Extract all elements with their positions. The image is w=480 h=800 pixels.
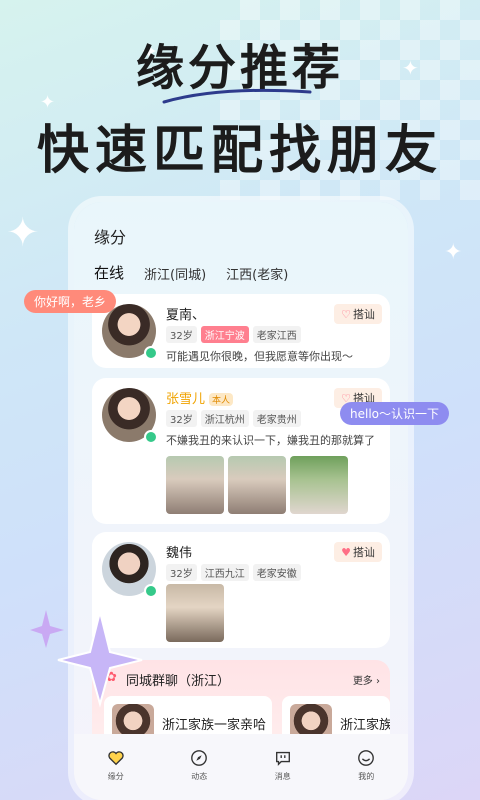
heart-icon xyxy=(108,750,124,765)
tab-local[interactable]: 浙江(同城) xyxy=(144,264,206,283)
message-icon xyxy=(275,751,290,766)
hello-bubble: hello～认识一下 xyxy=(340,402,449,425)
hometown-tag: 老家江西 xyxy=(252,326,301,343)
age-tag: 32岁 xyxy=(166,326,197,343)
greet-button[interactable]: ♥ 搭讪 xyxy=(334,542,382,562)
compass-icon xyxy=(191,749,208,766)
hometown-tag: 老家安徽 xyxy=(252,564,301,581)
tab-bar: 在线 浙江(同城) 江西(老家) xyxy=(94,262,288,283)
bottom-nav: 缘分 动态 消息 我的 xyxy=(74,734,408,800)
online-indicator xyxy=(144,430,158,444)
more-link[interactable]: 更多 › xyxy=(353,672,380,687)
nav-label: 动态 xyxy=(191,771,208,781)
user-tags: 32岁 浙江杭州 老家贵州 xyxy=(166,410,301,427)
page-title: 缘分 xyxy=(94,228,127,247)
nav-label: 我的 xyxy=(358,771,375,781)
tab-online[interactable]: 在线 xyxy=(94,262,124,283)
online-indicator xyxy=(144,584,158,598)
location-tag: 浙江杭州 xyxy=(200,410,249,427)
greet-label: 搭讪 xyxy=(352,546,375,559)
sparkle-icon: ✦ xyxy=(444,240,463,265)
user-bio: 不嫌我丑的来认识一下，嫌我丑的那就算了 xyxy=(166,434,375,447)
user-photo[interactable] xyxy=(290,456,348,514)
user-photo[interactable] xyxy=(166,584,224,642)
group-name: 浙江家族 xyxy=(340,718,390,733)
user-name: 夏南、 xyxy=(166,308,206,323)
user-name-text: 张雪儿 xyxy=(166,392,206,407)
user-tags: 32岁 浙江宁波 老家江西 xyxy=(166,326,301,343)
online-indicator xyxy=(144,346,158,360)
greet-label: 搭讪 xyxy=(352,308,375,321)
greeting-bubble: 你好啊，老乡 xyxy=(24,290,117,313)
user-photo[interactable] xyxy=(228,456,286,514)
underline-squiggle xyxy=(162,88,312,104)
location-tag: 江西九江 xyxy=(200,564,249,581)
user-bio: 可能遇见你很晚，但我愿意等你出现～ xyxy=(166,350,353,363)
user-photo[interactable] xyxy=(166,456,224,514)
nav-moments[interactable]: 动态 xyxy=(174,749,224,782)
user-card[interactable]: 张雪儿 本人 ♡ 搭讪 32岁 浙江杭州 老家贵州 不嫌我丑的来认识一下，嫌我丑的… xyxy=(92,378,390,524)
hometown-tag: 老家贵州 xyxy=(252,410,301,427)
headline-subtitle: 快速匹配找朋友 xyxy=(36,121,443,181)
user-name: 张雪儿 本人 xyxy=(166,388,234,407)
nav-label: 消息 xyxy=(274,771,291,781)
location-tag: 浙江宁波 xyxy=(200,326,249,343)
nav-profile[interactable]: 我的 xyxy=(341,749,391,782)
nav-match[interactable]: 缘分 xyxy=(91,749,141,782)
age-tag: 32岁 xyxy=(166,564,197,581)
heart-icon: ♥ xyxy=(341,545,351,559)
sparkle-icon: ✦ xyxy=(6,210,40,256)
group-name: 浙江家族一家亲哈 xyxy=(162,718,267,733)
phone-frame: 缘分 在线 浙江(同城) 江西(老家) 夏南、 ♡ 搭讪 32岁 浙江宁波 老家… xyxy=(74,202,408,800)
nav-label: 缘分 xyxy=(107,771,124,781)
user-card[interactable]: 夏南、 ♡ 搭讪 32岁 浙江宁波 老家江西 可能遇见你很晚，但我愿意等你出现～ xyxy=(92,294,390,368)
self-badge: 本人 xyxy=(209,393,234,406)
age-tag: 32岁 xyxy=(166,410,197,427)
nav-messages[interactable]: 消息 xyxy=(258,749,308,782)
heart-icon: ♡ xyxy=(341,307,351,321)
greet-button[interactable]: ♡ 搭讪 xyxy=(334,304,382,324)
star-decoration xyxy=(30,610,143,708)
user-name: 魏伟 xyxy=(166,546,193,561)
chevron-right-icon: › xyxy=(372,676,380,687)
smile-icon xyxy=(358,749,375,766)
more-label: 更多 xyxy=(352,676,373,687)
tab-hometown[interactable]: 江西(老家) xyxy=(226,264,288,283)
user-tags: 32岁 江西九江 老家安徽 xyxy=(166,564,301,581)
